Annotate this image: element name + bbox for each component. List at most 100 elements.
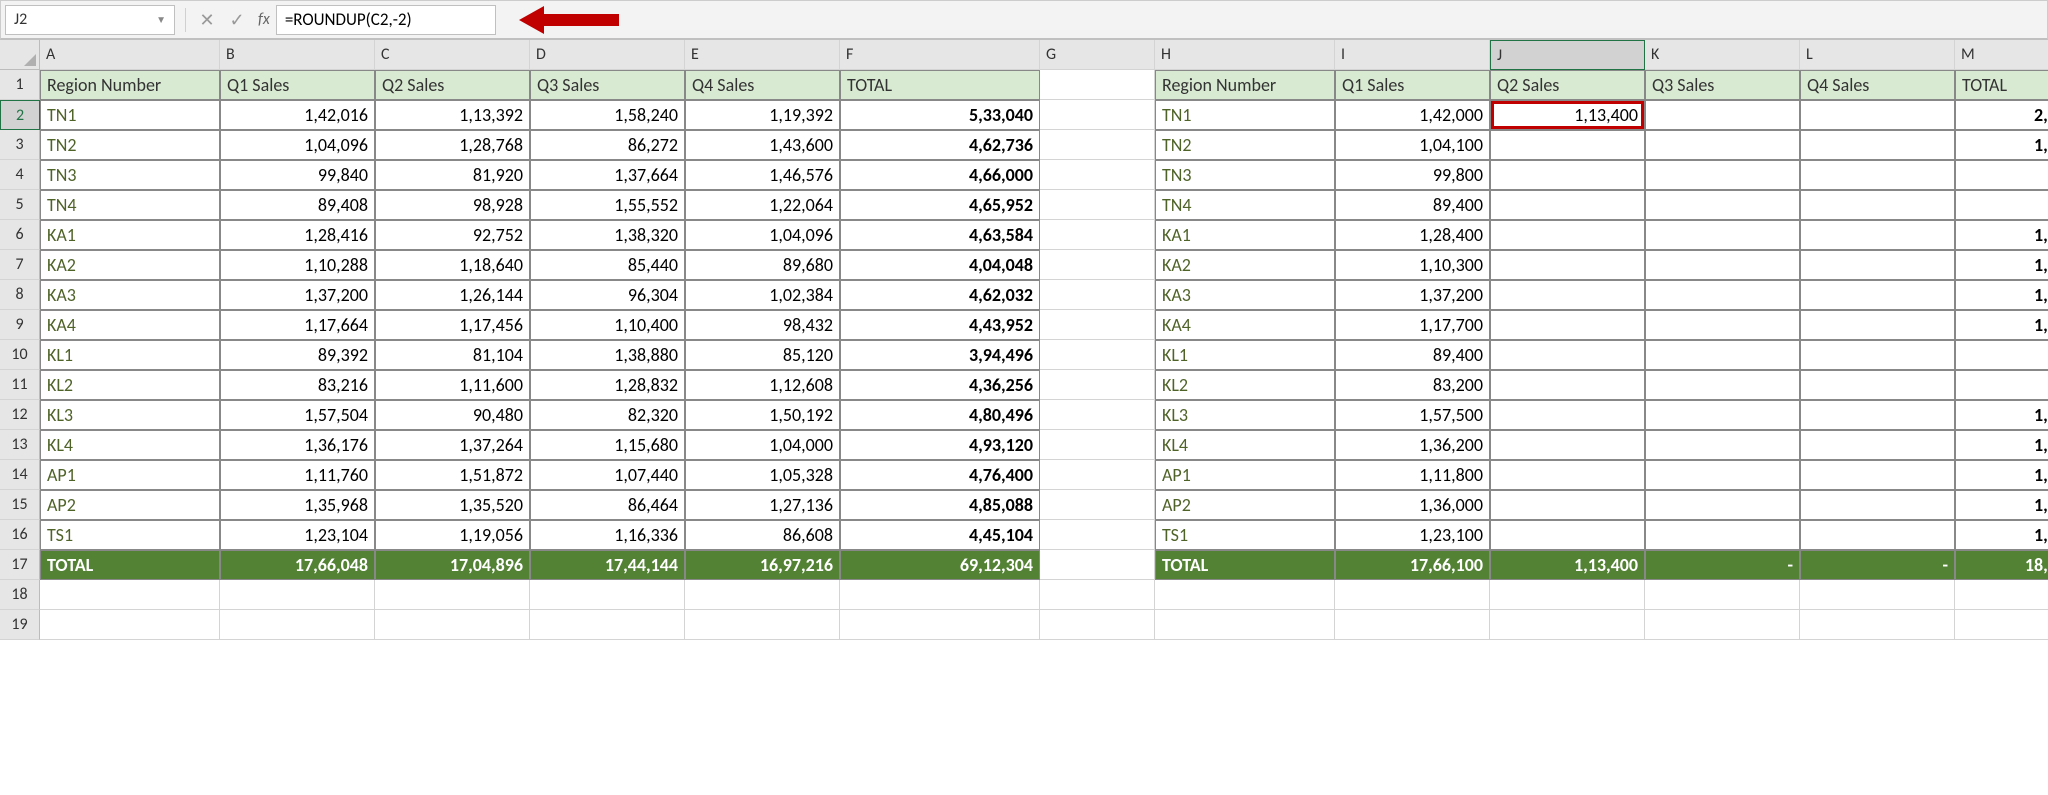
cell-C15[interactable]: 1,35,520	[375, 490, 530, 520]
row-header-6[interactable]: 6	[0, 220, 40, 250]
spreadsheet-grid[interactable]: A B C D E F G H I J K L M N 1Region Numb…	[0, 40, 2048, 640]
cell-A14[interactable]: AP1	[40, 460, 220, 490]
cell-A2[interactable]: TN1	[40, 100, 220, 130]
cell-K15[interactable]	[1645, 490, 1800, 520]
cell-I10[interactable]: 89,400	[1335, 340, 1490, 370]
cell-C4[interactable]: 81,920	[375, 160, 530, 190]
cell-J16[interactable]	[1490, 520, 1645, 550]
cell-H8[interactable]: KA3	[1155, 280, 1335, 310]
cell-r19-9[interactable]	[1490, 610, 1645, 640]
cell-B11[interactable]: 83,216	[220, 370, 375, 400]
cell-M12[interactable]: 1,57,500	[1955, 400, 2048, 430]
cell-D17[interactable]: 17,44,144	[530, 550, 685, 580]
select-all-corner[interactable]	[0, 40, 40, 70]
cell-F11[interactable]: 4,36,256	[840, 370, 1040, 400]
cell-A9[interactable]: KA4	[40, 310, 220, 340]
cell-K12[interactable]	[1645, 400, 1800, 430]
cell-B3[interactable]: 1,04,096	[220, 130, 375, 160]
cell-A17[interactable]: TOTAL	[40, 550, 220, 580]
name-box[interactable]: J2 ▼	[5, 5, 175, 35]
cell-D12[interactable]: 82,320	[530, 400, 685, 430]
cell-D5[interactable]: 1,55,552	[530, 190, 685, 220]
cell-H4[interactable]: TN3	[1155, 160, 1335, 190]
cell-r19-11[interactable]	[1800, 610, 1955, 640]
cell-I11[interactable]: 83,200	[1335, 370, 1490, 400]
cell-D3[interactable]: 86,272	[530, 130, 685, 160]
formula-input[interactable]: =ROUNDUP(C2,-2)	[276, 5, 496, 35]
cell-F2[interactable]: 5,33,040	[840, 100, 1040, 130]
cell-C14[interactable]: 1,51,872	[375, 460, 530, 490]
cell-L2[interactable]	[1800, 100, 1955, 130]
cell-B15[interactable]: 1,35,968	[220, 490, 375, 520]
cell-K6[interactable]	[1645, 220, 1800, 250]
cell-G4[interactable]	[1040, 160, 1155, 190]
cell-F6[interactable]: 4,63,584	[840, 220, 1040, 250]
cell-L1[interactable]: Q4 Sales	[1800, 70, 1955, 100]
cell-J1[interactable]: Q2 Sales	[1490, 70, 1645, 100]
cell-r19-4[interactable]	[685, 610, 840, 640]
cell-B5[interactable]: 89,408	[220, 190, 375, 220]
cell-D10[interactable]: 1,38,880	[530, 340, 685, 370]
cell-A16[interactable]: TS1	[40, 520, 220, 550]
cell-r18-10[interactable]	[1645, 580, 1800, 610]
col-header-A[interactable]: A	[40, 40, 220, 70]
cell-r19-6[interactable]	[1040, 610, 1155, 640]
cell-L4[interactable]	[1800, 160, 1955, 190]
cell-r19-0[interactable]	[40, 610, 220, 640]
cell-G8[interactable]	[1040, 280, 1155, 310]
cell-E7[interactable]: 89,680	[685, 250, 840, 280]
cell-C6[interactable]: 92,752	[375, 220, 530, 250]
cell-D8[interactable]: 96,304	[530, 280, 685, 310]
cell-H9[interactable]: KA4	[1155, 310, 1335, 340]
cell-A1[interactable]: Region Number	[40, 70, 220, 100]
cell-M10[interactable]: 89,400	[1955, 340, 2048, 370]
cell-I15[interactable]: 1,36,000	[1335, 490, 1490, 520]
cell-I17[interactable]: 17,66,100	[1335, 550, 1490, 580]
cell-F3[interactable]: 4,62,736	[840, 130, 1040, 160]
cell-K2[interactable]	[1645, 100, 1800, 130]
cell-I1[interactable]: Q1 Sales	[1335, 70, 1490, 100]
cell-D15[interactable]: 86,464	[530, 490, 685, 520]
cell-F15[interactable]: 4,85,088	[840, 490, 1040, 520]
cell-F9[interactable]: 4,43,952	[840, 310, 1040, 340]
cell-H1[interactable]: Region Number	[1155, 70, 1335, 100]
cell-H17[interactable]: TOTAL	[1155, 550, 1335, 580]
cancel-icon[interactable]: ✕	[192, 9, 222, 31]
cell-B4[interactable]: 99,840	[220, 160, 375, 190]
cell-I12[interactable]: 1,57,500	[1335, 400, 1490, 430]
cell-r18-1[interactable]	[220, 580, 375, 610]
cell-D1[interactable]: Q3 Sales	[530, 70, 685, 100]
cell-K11[interactable]	[1645, 370, 1800, 400]
col-header-G[interactable]: G	[1040, 40, 1155, 70]
cell-D4[interactable]: 1,37,664	[530, 160, 685, 190]
cell-J7[interactable]	[1490, 250, 1645, 280]
cell-G9[interactable]	[1040, 310, 1155, 340]
cell-C12[interactable]: 90,480	[375, 400, 530, 430]
cell-K7[interactable]	[1645, 250, 1800, 280]
cell-L7[interactable]	[1800, 250, 1955, 280]
cell-L3[interactable]	[1800, 130, 1955, 160]
cell-F10[interactable]: 3,94,496	[840, 340, 1040, 370]
cell-I4[interactable]: 99,800	[1335, 160, 1490, 190]
cell-D6[interactable]: 1,38,320	[530, 220, 685, 250]
cell-A12[interactable]: KL3	[40, 400, 220, 430]
cell-G2[interactable]	[1040, 100, 1155, 130]
cell-G6[interactable]	[1040, 220, 1155, 250]
cell-K17[interactable]: -	[1645, 550, 1800, 580]
row-header-14[interactable]: 14	[0, 460, 40, 490]
cell-B16[interactable]: 1,23,104	[220, 520, 375, 550]
cell-E11[interactable]: 1,12,608	[685, 370, 840, 400]
cell-H10[interactable]: KL1	[1155, 340, 1335, 370]
cell-C3[interactable]: 1,28,768	[375, 130, 530, 160]
cell-I16[interactable]: 1,23,100	[1335, 520, 1490, 550]
cell-I2[interactable]: 1,42,000	[1335, 100, 1490, 130]
cell-J12[interactable]	[1490, 400, 1645, 430]
cell-K4[interactable]	[1645, 160, 1800, 190]
cell-F1[interactable]: TOTAL	[840, 70, 1040, 100]
cell-K8[interactable]	[1645, 280, 1800, 310]
col-header-F[interactable]: F	[840, 40, 1040, 70]
cell-K9[interactable]	[1645, 310, 1800, 340]
cell-E1[interactable]: Q4 Sales	[685, 70, 840, 100]
col-header-L[interactable]: L	[1800, 40, 1955, 70]
cell-r18-7[interactable]	[1155, 580, 1335, 610]
